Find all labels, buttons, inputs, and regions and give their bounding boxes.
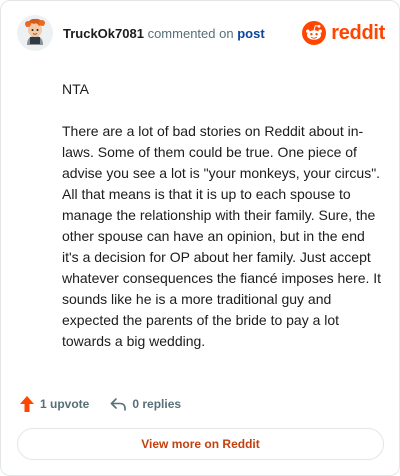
post-link[interactable]: post (237, 26, 264, 41)
comment-actions: 1 upvote 0 replies (19, 393, 181, 415)
avatar-image (17, 15, 53, 51)
reply-arrow-icon (111, 398, 127, 411)
username-link[interactable]: TruckOk7081 (63, 26, 144, 41)
comment-paragraph: There are a lot of bad stories on Reddit… (62, 123, 382, 349)
reddit-embed-card: TruckOk7081 commented on post reddit NTA… (0, 0, 400, 476)
user-avatar[interactable] (17, 15, 53, 51)
view-more-label: View more on Reddit (141, 437, 260, 451)
upvote-count: 1 upvote (40, 397, 90, 411)
commented-on-text: commented on (147, 26, 234, 41)
upvote-arrow-icon (20, 396, 34, 412)
reddit-snoo-icon (302, 21, 327, 45)
reddit-wordmark: reddit (331, 21, 385, 44)
comment-header: TruckOk7081 commented on post reddit (17, 15, 385, 51)
comment-body: NTA There are a lot of bad stories on Re… (62, 79, 382, 352)
upvote-button[interactable]: 1 upvote (19, 395, 89, 413)
view-more-button[interactable]: View more on Reddit (17, 428, 384, 460)
reddit-logo[interactable]: reddit (302, 19, 385, 47)
comment-meta: TruckOk7081 commented on post (63, 26, 265, 42)
replies-button[interactable]: 0 replies (109, 396, 181, 412)
comment-paragraph: NTA (62, 81, 89, 97)
replies-count: 0 replies (132, 397, 182, 411)
